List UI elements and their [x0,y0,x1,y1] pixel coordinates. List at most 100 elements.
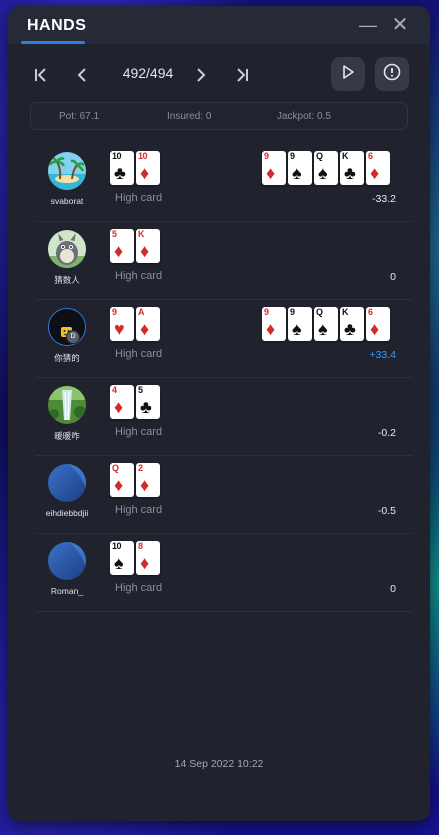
hand-timestamp: 14 Sep 2022 10:22 [174,758,264,770]
jackpot-label: Jackpot: 0.5 [277,111,331,122]
card-suit-icon: ♣ [344,163,356,183]
playing-card: A ♦ [136,307,160,341]
playing-card: 6 ♦ [366,307,390,341]
play-icon [340,64,356,85]
avatar [48,386,86,424]
card-suit-icon: ♦ [114,241,124,261]
card-suit-icon: ♠ [292,319,302,339]
card-rank: 9 [112,307,117,317]
hole-cards: 9 ♥ A ♦ [110,307,160,341]
playing-card: 10 ♣ [110,151,134,185]
card-suit-icon: ♣ [140,397,152,417]
dealer-badge: D [66,330,80,344]
result-amount: +33.4 [369,349,396,361]
card-rank: 10 [112,541,122,551]
hands-window: HANDS — ✕ 492/494 Pot: 67.1 Insured: 0 J… [8,6,430,821]
hole-cards: 10 ♣ 10 ♦ [110,151,160,185]
playing-card: K ♣ [340,307,364,341]
card-rank: K [342,151,349,161]
hand-rank-label: High card [115,192,163,204]
playing-card: 5 ♣ [136,385,160,419]
playing-card: 6 ♦ [366,151,390,185]
card-rank: 9 [264,151,269,161]
card-suit-icon: ♠ [318,319,328,339]
card-suit-icon: ♥ [114,319,125,339]
hand-navigation: 492/494 [8,56,430,96]
hole-cards: 4 ♦ 5 ♣ [110,385,160,419]
card-rank: 10 [112,151,122,161]
next-hand-icon[interactable] [188,62,214,88]
result-amount: -33.2 [372,193,396,205]
playing-card: Q ♦ [110,463,134,497]
card-rank: A [138,307,145,317]
title-tab-indicator [21,41,85,44]
hole-cards: 10 ♠ 8 ♦ [110,541,160,575]
playing-card: Q ♠ [314,307,338,341]
card-rank: Q [112,463,119,473]
playing-card: 8 ♦ [136,541,160,575]
report-button[interactable] [375,57,409,91]
playing-card: 4 ♦ [110,385,134,419]
card-suit-icon: ♦ [140,319,150,339]
last-hand-icon[interactable] [229,62,255,88]
close-icon[interactable]: ✕ [389,14,411,36]
result-amount: 0 [390,583,396,595]
player-name: Roman_ [50,586,84,596]
hole-cards: Q ♦ 2 ♦ [110,463,160,497]
replay-button[interactable] [331,57,365,91]
board-cards: 9 ♦ 9 ♠ Q ♠ K ♣ 6 ♦ [262,151,390,185]
player-row[interactable]: eihdiebbdjii Q ♦ 2 ♦ High card -0.5 [36,456,412,534]
card-rank: 6 [368,151,373,161]
card-rank: 9 [264,307,269,317]
card-rank: 10 [138,151,148,161]
playing-card: 5 ♦ [110,229,134,263]
card-suit-icon: ♦ [114,397,124,417]
playing-card: 2 ♦ [136,463,160,497]
result-amount: -0.5 [377,505,396,517]
player-name: 你猜的 [54,353,80,363]
card-rank: 9 [290,307,295,317]
title-bar: HANDS — ✕ [8,6,430,44]
player-row[interactable]: 猜数人 5 ♦ K ♦ High card 0 [36,222,412,300]
player-row[interactable]: svaborat 10 ♣ 10 ♦ High card 9 ♦ 9 ♠ Q ♠ K ♣ 6 ♦ -33… [36,144,412,222]
hand-rank-label: High card [115,582,163,594]
card-suit-icon: ♦ [140,163,150,183]
card-suit-icon: ♠ [114,553,124,573]
card-suit-icon: ♣ [344,319,356,339]
card-rank: 8 [138,541,143,551]
prev-hand-icon[interactable] [69,62,95,88]
card-suit-icon: ♦ [370,163,380,183]
card-rank: Q [316,307,323,317]
playing-card: 9 ♠ [288,307,312,341]
player-name: svaborat [50,196,84,206]
player-list: svaborat 10 ♣ 10 ♦ High card 9 ♦ 9 ♠ Q ♠ K ♣ 6 ♦ -33… [8,144,430,612]
card-rank: 4 [112,385,117,395]
first-hand-icon[interactable] [28,62,54,88]
hand-rank-label: High card [115,348,163,360]
card-suit-icon: ♦ [114,475,124,495]
window-title: HANDS [27,17,87,34]
avatar [48,230,86,268]
pot-info-bar: Pot: 67.1 Insured: 0 Jackpot: 0.5 [30,102,408,130]
playing-card: K ♦ [136,229,160,263]
card-rank: K [342,307,349,317]
playing-card: 10 ♠ [110,541,134,575]
card-rank: 2 [138,463,143,473]
insured-label: Insured: 0 [167,111,212,122]
player-row[interactable]: 暖暖咋 4 ♦ 5 ♣ High card -0.2 [36,378,412,456]
minimize-icon[interactable]: — [357,14,379,36]
playing-card: K ♣ [340,151,364,185]
card-suit-icon: ♦ [140,475,150,495]
card-rank: Q [316,151,323,161]
card-suit-icon: ♣ [114,163,126,183]
hand-counter: 492/494 [122,65,174,81]
card-rank: 5 [112,229,117,239]
card-suit-icon: ♦ [266,163,276,183]
player-row[interactable]: Roman_ 10 ♠ 8 ♦ High card 0 [36,534,412,612]
card-rank: 6 [368,307,373,317]
result-amount: -0.2 [377,427,396,439]
player-row[interactable]: D 你猜的 9 ♥ A ♦ High card 9 ♦ 9 ♠ Q ♠ K ♣ 6 ♦ +33.4 [36,300,412,378]
player-name: 猜数人 [54,275,80,285]
hole-cards: 5 ♦ K ♦ [110,229,160,263]
hand-rank-label: High card [115,504,163,516]
